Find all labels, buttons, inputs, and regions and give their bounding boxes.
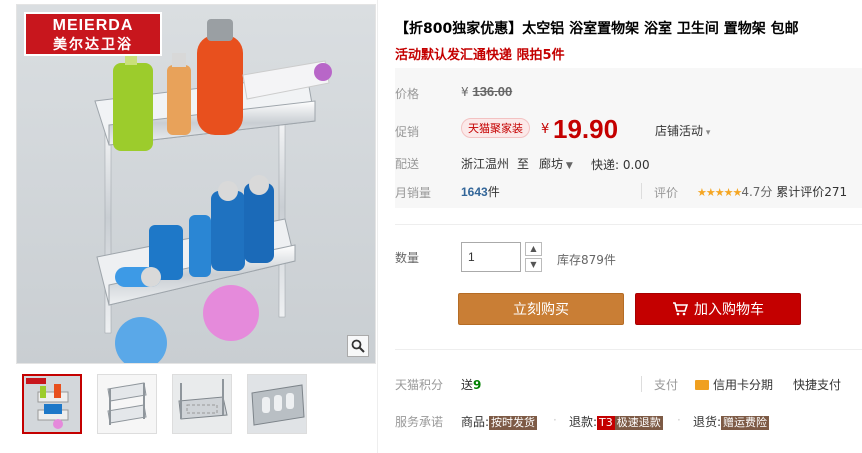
ship-from: 浙江温州 bbox=[461, 157, 510, 171]
star-rating-icon: ★★★★★ bbox=[697, 186, 742, 199]
brand-name-en: MEIERDA bbox=[52, 17, 134, 34]
sales-label: 月销量 bbox=[395, 186, 432, 200]
points-give-word: 送 bbox=[461, 378, 474, 392]
credit-installment-link[interactable]: 信用卡分期 bbox=[695, 376, 773, 393]
thumbnail-1[interactable] bbox=[22, 374, 82, 434]
points-value-wrap: 送9 bbox=[461, 376, 481, 393]
product-gallery: MEIERDA 美尔达卫浴 bbox=[0, 0, 378, 453]
add-to-cart-label: 加入购物车 bbox=[694, 302, 764, 318]
sales-count: 1643 bbox=[461, 185, 488, 199]
review-count: 累计评价271 bbox=[776, 185, 848, 199]
product-title: 【折800独家优惠】太空铝 浴室置物架 浴室 卫生间 置物架 包邮 bbox=[395, 21, 799, 37]
dot-separator: · bbox=[677, 413, 681, 427]
thumbnail-list bbox=[22, 374, 307, 434]
express-fee: 快递: 0.00 bbox=[591, 158, 650, 172]
decrease-icon[interactable]: ▼ bbox=[525, 258, 542, 272]
thumbnail-3[interactable] bbox=[172, 374, 232, 434]
divider bbox=[641, 183, 642, 199]
promise-tag-code: T3 bbox=[597, 416, 615, 430]
ship-to-word: 至 bbox=[517, 157, 530, 171]
promise-prefix: 退货: bbox=[693, 415, 722, 429]
divider bbox=[641, 376, 642, 392]
rating-summary[interactable]: ★★★★★4.7分 累计评价271 bbox=[697, 183, 847, 200]
pay-label: 支付 bbox=[654, 378, 679, 392]
shop-promo-label: 店铺活动 bbox=[655, 124, 704, 138]
dot-separator: · bbox=[553, 413, 557, 427]
promise-tag: 极速退款 bbox=[614, 416, 663, 430]
rating-label: 评价 bbox=[654, 186, 679, 200]
original-price-value: 136.00 bbox=[472, 84, 513, 99]
quantity-label: 数量 bbox=[395, 251, 420, 265]
points-value: 9 bbox=[473, 378, 482, 392]
brand-name-cn: 美尔达卫浴 bbox=[53, 37, 133, 53]
section-divider bbox=[395, 349, 862, 350]
brand-logo: MEIERDA 美尔达卫浴 bbox=[24, 12, 162, 56]
promise-prefix: 商品: bbox=[461, 415, 490, 429]
credit-card-icon bbox=[695, 380, 709, 390]
shipping-label: 配送 bbox=[395, 157, 420, 171]
promise-prefix: 退款: bbox=[569, 415, 598, 429]
cart-icon bbox=[673, 302, 689, 316]
sales-unit: 件 bbox=[487, 185, 500, 199]
fast-pay-link[interactable]: 快捷支付 bbox=[793, 376, 841, 393]
quantity-stepper: ▲ ▼ bbox=[525, 242, 542, 274]
product-info: 【折800独家优惠】太空铝 浴室置物架 浴室 卫生间 置物架 包邮 活动默认发汇… bbox=[395, 0, 862, 453]
original-price-currency: ¥ bbox=[461, 85, 469, 99]
current-price: 19.90 bbox=[553, 114, 619, 144]
promise-tag: 按时发货 bbox=[489, 416, 538, 430]
promise-item[interactable]: 退货: 赠运费险 bbox=[693, 413, 770, 430]
buy-now-button[interactable]: 立刻购买 bbox=[458, 293, 624, 325]
increase-icon[interactable]: ▲ bbox=[525, 242, 542, 256]
product-subtitle: 活动默认发汇通快递 限拍5件 bbox=[395, 48, 565, 63]
zoom-icon[interactable] bbox=[347, 335, 369, 357]
points-label: 天猫积分 bbox=[395, 378, 444, 392]
main-product-image[interactable]: MEIERDA 美尔达卫浴 bbox=[16, 4, 376, 364]
promise-item[interactable]: 商品: 按时发货 bbox=[461, 413, 538, 430]
ship-destination-dropdown[interactable]: 廊坊 ▼ bbox=[539, 155, 573, 172]
price-label: 价格 bbox=[395, 87, 420, 101]
thumbnail-4[interactable] bbox=[247, 374, 307, 434]
credit-installment-label: 信用卡分期 bbox=[713, 378, 774, 392]
thumbnail-2[interactable] bbox=[97, 374, 157, 434]
ship-destination: 廊坊 bbox=[539, 157, 564, 171]
shop-promo-dropdown[interactable]: 店铺活动 ▾ bbox=[655, 122, 710, 139]
quantity-input[interactable]: 1 bbox=[461, 242, 521, 272]
caret-down-icon: ▼ bbox=[563, 161, 573, 171]
original-price: ¥ 136.00 bbox=[461, 84, 512, 99]
rating-score: 4.7分 bbox=[741, 185, 773, 199]
promise-tag: 赠运费险 bbox=[721, 416, 770, 430]
chevron-down-icon: ▾ bbox=[703, 128, 711, 138]
promise-label: 服务承诺 bbox=[395, 415, 444, 429]
section-divider bbox=[395, 224, 862, 225]
add-to-cart-button[interactable]: 加入购物车 bbox=[635, 293, 801, 325]
sales-count-wrap: 1643件 bbox=[461, 183, 500, 200]
shelf-illustration bbox=[17, 5, 375, 363]
current-price-currency: ¥ bbox=[541, 122, 550, 137]
promo-label: 促销 bbox=[395, 125, 420, 139]
stock-count: 库存879件 bbox=[557, 253, 616, 267]
promo-badge[interactable]: 天猫聚家装 bbox=[461, 118, 530, 138]
promise-item[interactable]: 退款: T3 极速退款 bbox=[569, 413, 663, 430]
